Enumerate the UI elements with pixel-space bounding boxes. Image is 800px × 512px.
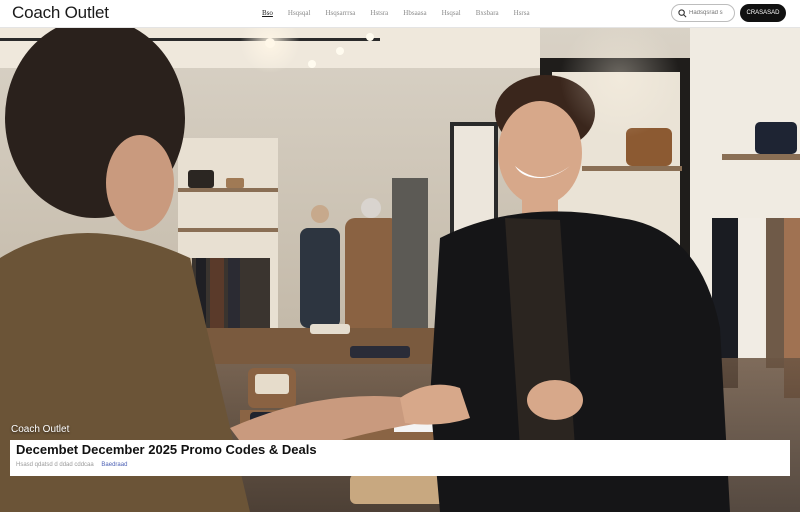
- search-icon: [678, 9, 687, 18]
- meta-text: Hsasd qdatsd d ddad cddcaa: [16, 462, 94, 468]
- nav-item-8[interactable]: Hsrsa: [514, 9, 530, 17]
- hero-meta: Hsasd qdatsd d ddad cddcaa Baedraad: [16, 462, 127, 468]
- nav-item-1[interactable]: Bso: [262, 9, 273, 17]
- hero-title-strip: Decembet December 2025 Promo Codes & Dea…: [10, 440, 790, 476]
- main-nav: Bso Hsqsqal Hsqsarrrsa Hstsra Hbsaasa Hs…: [262, 9, 545, 17]
- search-box[interactable]: [671, 4, 735, 22]
- search-input[interactable]: [689, 8, 731, 18]
- header-cta-button[interactable]: CRASASAD: [740, 4, 786, 22]
- top-navigation-bar: Coach Outlet Bso Hsqsqal Hsqsarrrsa Hsts…: [0, 0, 800, 28]
- nav-item-5[interactable]: Hbsaasa: [403, 9, 426, 17]
- nav-item-7[interactable]: Bxsbara: [476, 9, 499, 17]
- nav-item-6[interactable]: Hsqsal: [442, 9, 461, 17]
- nav-item-2[interactable]: Hsqsqal: [288, 9, 311, 17]
- nav-item-4[interactable]: Hstsra: [370, 9, 388, 17]
- site-logo[interactable]: Coach Outlet: [12, 3, 109, 23]
- hero-brand-label: Coach Outlet: [11, 424, 70, 435]
- page-title: Decembet December 2025 Promo Codes & Dea…: [16, 442, 317, 457]
- nav-item-3[interactable]: Hsqsarrrsa: [325, 9, 355, 17]
- meta-tag-link[interactable]: Baedraad: [101, 462, 127, 468]
